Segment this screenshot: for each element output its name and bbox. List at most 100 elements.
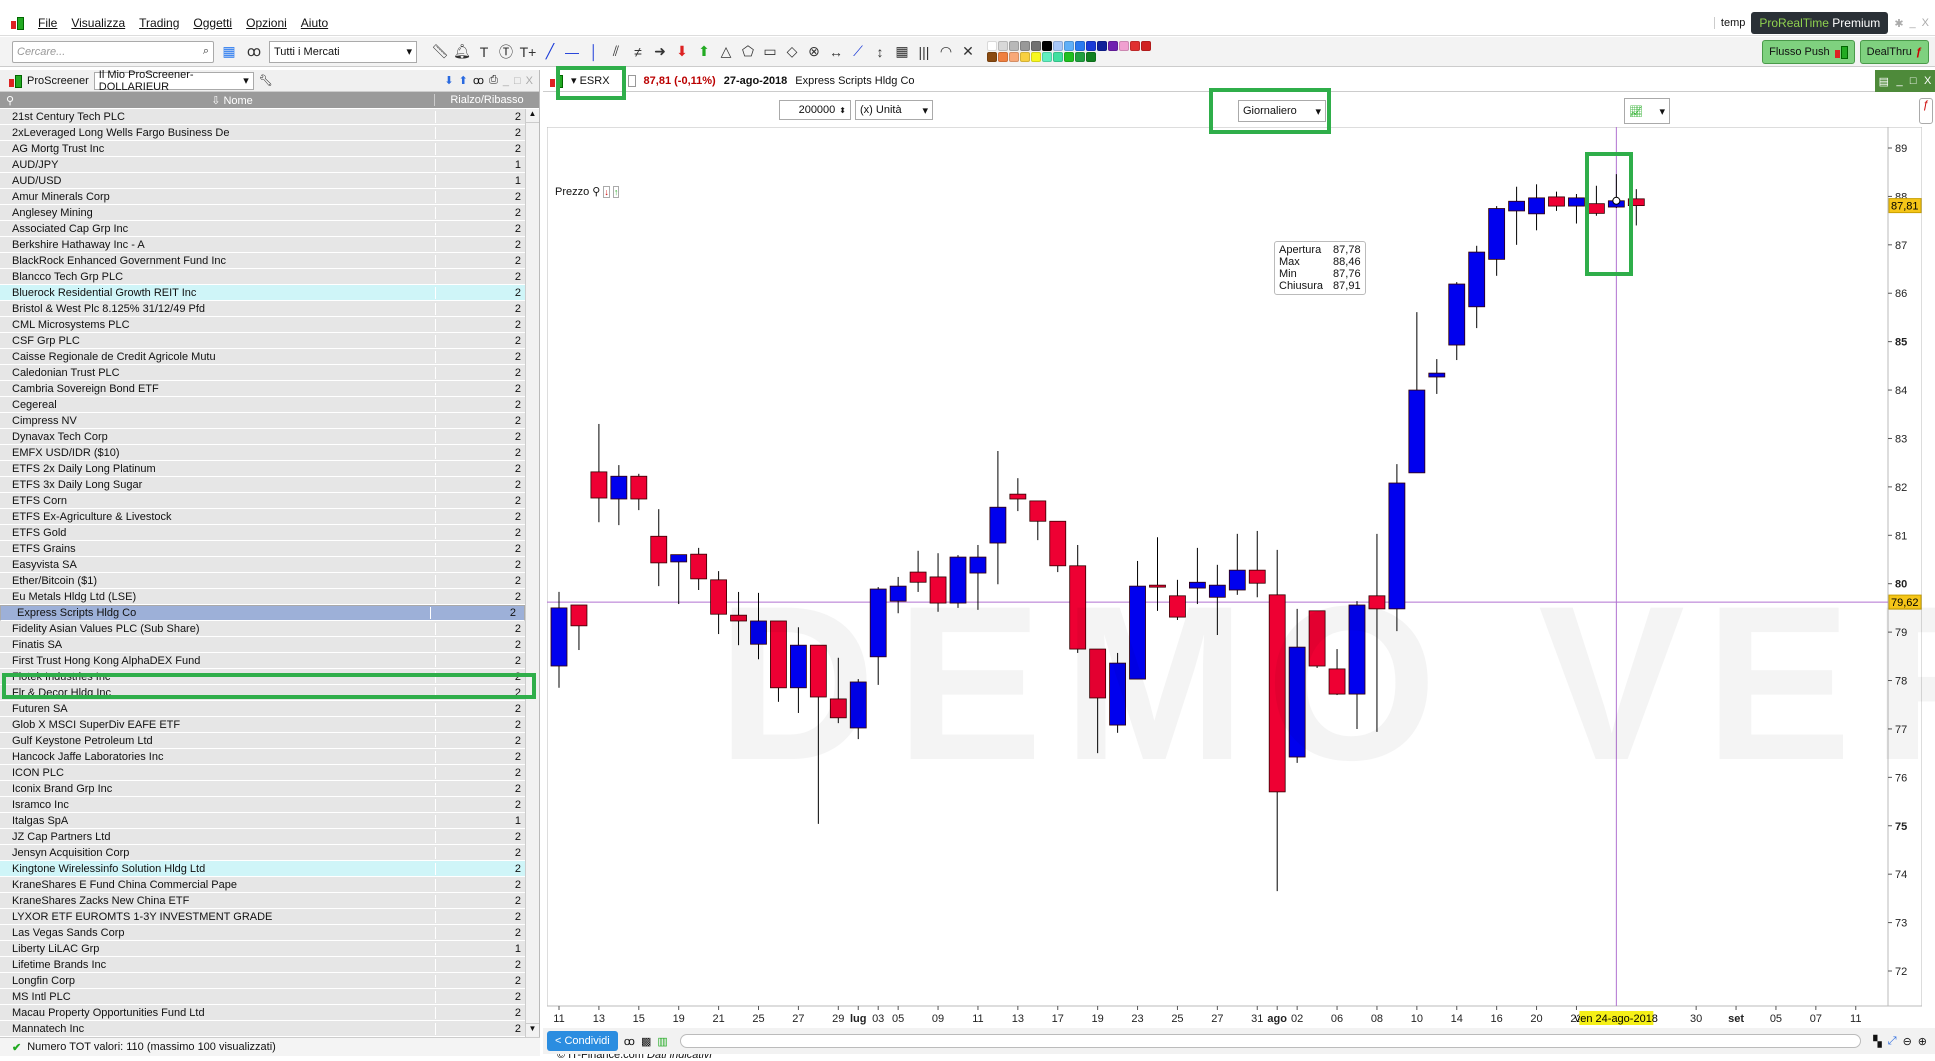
chart-type-icon[interactable]: ▚ — [1873, 1035, 1881, 1048]
diamond-icon[interactable]: ◇ — [782, 41, 802, 63]
list-item[interactable]: ETFS Ex-Agriculture & Livestock 2 — [0, 509, 525, 525]
text-icon[interactable]: T — [474, 41, 494, 63]
list-item[interactable]: Liberty LiLAC Grp 1 — [0, 941, 525, 957]
sell-icon[interactable]: ↓ — [603, 185, 610, 198]
sort-down-icon[interactable]: ⬇ — [444, 74, 453, 87]
color-swatch[interactable] — [1064, 41, 1074, 51]
color-swatch[interactable] — [1130, 41, 1140, 51]
list-item[interactable]: BlackRock Enhanced Government Fund Inc 2 — [0, 253, 525, 269]
share-button[interactable]: < Condividi — [547, 1031, 618, 1051]
color-swatch[interactable] — [1009, 41, 1019, 51]
list-item[interactable]: Flr & Decor Hldg Inc 2 — [0, 685, 525, 701]
color-swatch[interactable] — [1020, 52, 1030, 62]
ellipse-icon[interactable]: ⊗ — [804, 41, 824, 63]
list-item[interactable]: ETFS Corn 2 — [0, 493, 525, 509]
chart-plot-area[interactable]: DEMO VERSION 727374757677787980818283848… — [546, 126, 1935, 1061]
scroll-up-icon[interactable]: ▲ — [526, 109, 539, 123]
close-icon[interactable]: X — [526, 75, 533, 87]
list-item[interactable]: KraneShares Zacks New China ETF 2 — [0, 893, 525, 909]
list-item[interactable]: Flotek Industries Inc 2 — [0, 669, 525, 685]
list-item[interactable]: Cambria Sovereign Bond ETF 2 — [0, 381, 525, 397]
triangle-icon[interactable]: △ — [716, 41, 736, 63]
line-icon[interactable]: ⟋ — [848, 41, 868, 63]
list-item[interactable]: Gulf Keystone Petroleum Ltd 2 — [0, 733, 525, 749]
list-item[interactable]: Isramco Inc 2 — [0, 797, 525, 813]
time-scrollbar[interactable] — [679, 1034, 1862, 1048]
color-swatch[interactable] — [987, 41, 997, 51]
list-item[interactable]: Macau Property Opportunities Fund Ltd 2 — [0, 1005, 525, 1021]
list-item[interactable]: Eu Metals Hldg Ltd (LSE) 2 — [0, 589, 525, 605]
color-swatch[interactable] — [1053, 52, 1063, 62]
vertical-measure-icon[interactable]: ↕ — [870, 41, 890, 63]
vertical-line-icon[interactable]: │ — [584, 41, 604, 63]
color-swatch[interactable] — [1086, 52, 1096, 62]
print-icon[interactable]: ⎙ — [489, 74, 498, 87]
link-candle-icon[interactable]: ꝏ — [624, 1035, 635, 1048]
list-item[interactable]: CML Microsystems PLC 2 — [0, 317, 525, 333]
list-item[interactable]: KraneShares E Fund China Commercial Pape… — [0, 877, 525, 893]
menu-oggetti[interactable]: Oggetti — [193, 16, 232, 30]
list-item[interactable]: AUD/JPY 1 — [0, 157, 525, 173]
color-swatch[interactable] — [1053, 41, 1063, 51]
menu-aiuto[interactable]: Aiuto — [301, 16, 328, 30]
color-swatch[interactable] — [1097, 41, 1107, 51]
minimize-icon[interactable]: _ — [503, 75, 509, 87]
list-item[interactable]: Bristol & West Plc 8.125% 31/12/49 Pfd 2 — [0, 301, 525, 317]
list-item[interactable]: CSF Grp PLC 2 — [0, 333, 525, 349]
list-item[interactable]: Futuren SA 2 — [0, 701, 525, 717]
list-item[interactable]: AG Mortg Trust Inc 2 — [0, 141, 525, 157]
menu-trading[interactable]: Trading — [139, 16, 179, 30]
color-swatch[interactable] — [1020, 41, 1030, 51]
horizontal-line-icon[interactable]: — — [562, 41, 582, 63]
list-item[interactable]: ICON PLC 2 — [0, 765, 525, 781]
list-item[interactable]: Easyvista SA 2 — [0, 557, 525, 573]
list-item[interactable]: Associated Cap Grp Inc 2 — [0, 221, 525, 237]
column-header-name[interactable]: ⇩ Nome — [30, 94, 434, 107]
unit-select[interactable]: (x) Unità ▾ — [855, 100, 933, 120]
wrench-icon[interactable]: ⚲ — [0, 94, 30, 107]
column-header-value[interactable]: Rialzo/Ribasso — [434, 94, 539, 106]
list-item[interactable]: ETFS Gold 2 — [0, 525, 525, 541]
ticker-selector[interactable]: ▾ ESRX — [571, 74, 610, 87]
indicators-button[interactable]: 📈︎ ▾ — [1624, 98, 1670, 124]
list-item[interactable]: MS Intl PLC 2 — [0, 989, 525, 1005]
bars-icon[interactable]: ▥ — [657, 1035, 667, 1048]
screener-icon[interactable]: ▦ — [219, 41, 239, 63]
list-item[interactable]: Caisse Regionale de Credit Agricole Mutu… — [0, 349, 525, 365]
color-swatch[interactable] — [1075, 52, 1085, 62]
list-item[interactable]: Mannatech Inc 2 — [0, 1021, 525, 1037]
list-item[interactable]: Blancco Tech Grp PLC 2 — [0, 269, 525, 285]
list-item[interactable]: ETFS Grains 2 — [0, 541, 525, 557]
color-swatch[interactable] — [1119, 41, 1129, 51]
list-item[interactable]: Hancock Jaffe Laboratories Inc 2 — [0, 749, 525, 765]
wrench-icon[interactable]: ⚲ — [592, 185, 600, 198]
list-item[interactable]: AUD/USD 1 — [0, 173, 525, 189]
color-swatch[interactable] — [1108, 41, 1118, 51]
text-add-icon[interactable]: T+ — [518, 41, 538, 63]
search-icon[interactable]: ⌕ — [203, 45, 209, 58]
link-toggle-icon[interactable] — [627, 74, 636, 87]
menu-opzioni[interactable]: Opzioni — [246, 16, 287, 30]
arrow-right-icon[interactable]: ➜ — [650, 41, 670, 63]
close-icon[interactable]: X — [1922, 17, 1929, 29]
color-swatch[interactable] — [1031, 41, 1041, 51]
arrow-down-icon[interactable]: ⬇ — [672, 41, 692, 63]
list-item[interactable]: Jensyn Acquisition Corp 2 — [0, 845, 525, 861]
sort-up-icon[interactable]: ⬆ — [459, 74, 468, 87]
stepper-icon[interactable]: ⬍ — [839, 106, 846, 115]
color-swatch[interactable] — [1009, 52, 1019, 62]
color-swatch[interactable] — [1075, 41, 1085, 51]
timeframe-select[interactable]: Giornaliero ▾ — [1238, 100, 1326, 122]
list-item[interactable]: Iconix Brand Grp Inc 2 — [0, 781, 525, 797]
quantity-stepper[interactable]: 200000 ⬍ — [779, 100, 851, 120]
list-item[interactable]: 21st Century Tech PLC 2 — [0, 109, 525, 125]
list-item[interactable]: Glob X MSCI SuperDiv EAFE ETF 2 — [0, 717, 525, 733]
menu-file[interactable]: File — [38, 16, 57, 30]
list-item[interactable]: JZ Cap Partners Ltd 2 — [0, 829, 525, 845]
maximize-icon[interactable]: □ — [1910, 75, 1917, 87]
list-item[interactable]: Anglesey Mining 2 — [0, 205, 525, 221]
list-item[interactable]: Italgas SpA 1 — [0, 813, 525, 829]
zoom-in-icon[interactable]: ⊕ — [1918, 1035, 1927, 1048]
buy-icon[interactable]: ↑ — [612, 185, 620, 198]
color-swatch[interactable] — [1064, 52, 1074, 62]
